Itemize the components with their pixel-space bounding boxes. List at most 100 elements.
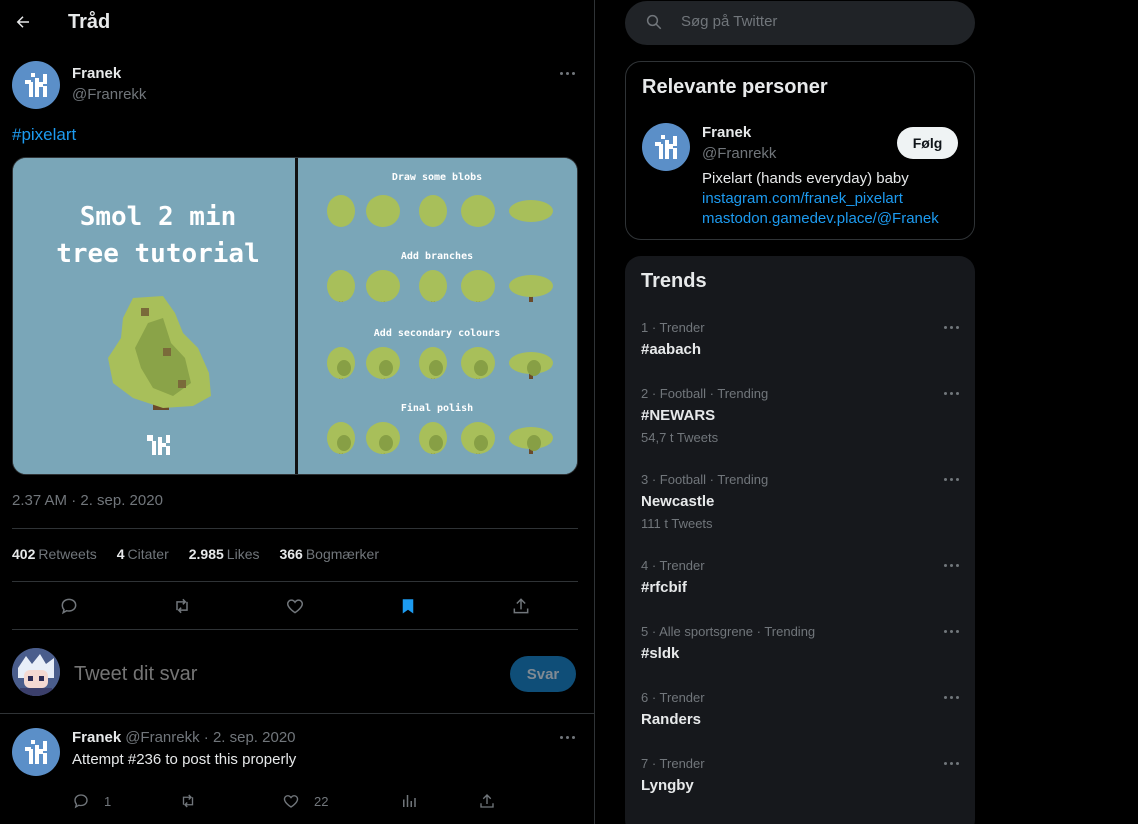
media-title-line2: tree tutorial — [56, 239, 260, 269]
small-tree-illustration — [461, 270, 495, 302]
hashtag-link[interactable]: #pixelart — [12, 125, 76, 145]
like-icon — [283, 795, 299, 808]
more-options-icon[interactable] — [944, 630, 959, 633]
step-label-2: Add branches — [401, 251, 473, 262]
back-arrow-icon[interactable] — [12, 11, 34, 33]
reply-composer: Svar — [0, 630, 594, 714]
step-label-4: Final polish — [401, 402, 473, 414]
main-column: Tråd Franek @Franrekk #pixelart Smol 2 m… — [0, 0, 595, 824]
search-box[interactable] — [625, 1, 975, 45]
views-chart-icon — [403, 795, 416, 807]
follow-button[interactable]: Følg — [897, 127, 958, 159]
reply-author-avatar[interactable] — [12, 728, 60, 776]
reply-tweet-views[interactable] — [400, 792, 418, 810]
stat-retweets[interactable]: 402 Retweets — [12, 546, 97, 562]
person-name[interactable]: Franek — [702, 124, 751, 141]
reply-submit-button[interactable]: Svar — [510, 656, 576, 692]
small-tree-illustration — [327, 270, 355, 302]
small-tree-illustration — [509, 200, 553, 222]
trend-item[interactable]: 7 · Trender Lyngby — [641, 756, 959, 794]
small-tree-illustration — [327, 347, 355, 379]
author-handle[interactable]: @Franrekk — [72, 86, 146, 103]
trend-item[interactable]: 2 · Football · Trending #NEWARS 54,7 t T… — [641, 386, 959, 445]
small-tree-illustration — [366, 270, 400, 302]
tweet-stats: 402 Retweets 4 Citater 2.985 Likes 366 Bogmæ… — [12, 546, 379, 562]
trend-name: #sldk — [641, 645, 680, 662]
more-options-icon[interactable] — [944, 478, 959, 481]
more-options-icon[interactable] — [944, 392, 959, 395]
trend-count: 54,7 t Tweets — [641, 430, 719, 445]
instagram-link[interactable]: instagram.com/franek_pixelart — [702, 189, 939, 209]
tweet-action-bar — [12, 590, 578, 622]
small-tree-illustration — [419, 347, 447, 379]
small-tree-illustration — [461, 422, 495, 454]
more-options-icon[interactable] — [944, 564, 959, 567]
trend-name: Newcastle — [641, 493, 715, 510]
person-bio-text: Pixelart (hands everyday) baby — [702, 170, 909, 187]
trend-name: #rfcbif — [641, 579, 687, 596]
small-tree-illustration — [419, 270, 447, 302]
more-options-icon[interactable] — [560, 72, 575, 75]
reply-author-name[interactable]: Franek — [72, 729, 121, 746]
franek-logo-icon — [25, 740, 47, 764]
small-tree-illustration — [461, 195, 495, 227]
more-options-icon[interactable] — [944, 762, 959, 765]
tweet-image[interactable]: Smol 2 min tree tutorial Draw some blobs — [12, 157, 578, 475]
current-user-avatar[interactable] — [12, 648, 60, 696]
relevant-people-title: Relevante personer — [642, 76, 828, 98]
trend-count: 111 t Tweets — [641, 516, 713, 531]
search-icon — [646, 14, 662, 30]
small-tree-illustration — [419, 195, 447, 227]
trend-meta: 2 · Football · Trending — [641, 386, 769, 401]
trend-meta: 1 · Trender — [641, 320, 705, 335]
tweet-timestamp[interactable]: 2.37 AM · 2. sep. 2020 — [12, 492, 163, 509]
small-tree-illustration — [419, 422, 447, 454]
more-options-icon[interactable] — [944, 696, 959, 699]
reply-tweet-header: Franek @Franrekk · 2. sep. 2020 — [72, 729, 296, 746]
stat-likes[interactable]: 2.985 Likes — [189, 546, 260, 562]
reply-tweet-like[interactable]: 22 — [282, 792, 328, 810]
trend-item[interactable]: 1 · Trender #aabach — [641, 320, 959, 358]
reply-tweet-retweet[interactable] — [178, 792, 198, 810]
search-input[interactable] — [681, 13, 951, 30]
bookmark-icon[interactable] — [396, 594, 420, 618]
trend-name: #NEWARS — [641, 407, 716, 424]
reply-tweet-reply[interactable]: 1 — [72, 792, 111, 810]
trend-item[interactable]: 5 · Alle sportsgrene · Trending #sldk — [641, 624, 959, 662]
person-handle[interactable]: @Franrekk — [702, 145, 776, 162]
person-bio: Pixelart (hands everyday) baby instagram… — [702, 169, 939, 229]
trend-meta: 3 · Football · Trending — [641, 472, 769, 487]
mastodon-link[interactable]: mastodon.gamedev.place/@Franek — [702, 209, 939, 229]
media-title-line1: Smol 2 min — [80, 202, 237, 232]
small-tree-illustration — [366, 195, 400, 227]
franek-logo-icon — [25, 73, 47, 97]
author-avatar[interactable] — [12, 61, 60, 109]
person-avatar[interactable] — [642, 123, 690, 171]
small-tree-illustration — [461, 347, 495, 379]
share-icon — [480, 794, 494, 808]
trend-item[interactable]: 4 · Trender #rfcbif — [641, 558, 959, 596]
small-tree-illustration — [327, 195, 355, 227]
reply-icon[interactable] — [57, 594, 81, 618]
stat-bookmarks[interactable]: 366 Bogmærker — [279, 546, 379, 562]
like-icon[interactable] — [283, 594, 307, 618]
stat-quotes[interactable]: 4 Citater — [117, 546, 169, 562]
share-icon[interactable] — [509, 594, 533, 618]
retweet-icon[interactable] — [170, 594, 194, 618]
trend-meta: 5 · Alle sportsgrene · Trending — [641, 624, 816, 639]
trend-item[interactable]: 6 · Trender Randers — [641, 690, 959, 728]
trend-item[interactable]: 3 · Football · Trending Newcastle 111 t … — [641, 472, 959, 531]
author-name[interactable]: Franek — [72, 65, 121, 82]
trend-meta: 6 · Trender — [641, 690, 705, 705]
more-options-icon[interactable] — [560, 736, 575, 739]
reply-input[interactable] — [74, 663, 474, 686]
reply-icon — [74, 794, 88, 809]
page-title: Tråd — [68, 11, 111, 33]
relevant-people-card: Relevante personer Franek @Franrekk Følg… — [625, 61, 975, 240]
reply-author-meta[interactable]: @Franrekk · 2. sep. 2020 — [125, 729, 295, 746]
divider — [12, 581, 578, 582]
reply-tweet-share[interactable] — [478, 792, 496, 810]
franek-logo-icon — [655, 135, 677, 159]
more-options-icon[interactable] — [944, 326, 959, 329]
reply-tweet-text: Attempt #236 to post this properly — [72, 751, 297, 768]
